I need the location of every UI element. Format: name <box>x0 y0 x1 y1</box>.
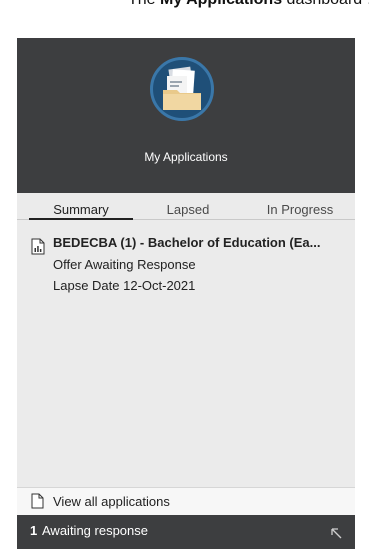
application-lapse-date: Lapse Date 12-Oct-2021 <box>53 278 196 293</box>
caption-prefix: The <box>128 0 160 8</box>
active-tab-indicator <box>29 218 133 220</box>
widget-header: My Applications <box>17 38 355 193</box>
chart-document-icon <box>31 238 45 255</box>
folder-documents-icon <box>150 57 214 121</box>
application-title[interactable]: BEDECBA (1) - Bachelor of Education (Ea.… <box>53 235 353 250</box>
tab-lapsed[interactable]: Lapsed <box>143 200 233 220</box>
awaiting-label: Awaiting response <box>42 523 148 538</box>
application-status: Offer Awaiting Response <box>53 257 196 272</box>
widget-footer: 1 Awaiting response <box>17 515 355 549</box>
view-all-applications-button[interactable]: View all applications <box>17 487 355 515</box>
view-all-label[interactable]: View all applications <box>53 494 170 509</box>
my-applications-widget: My Applications Summary Lapsed In Progre… <box>17 38 355 549</box>
file-icon <box>31 493 44 509</box>
widget-title: My Applications <box>144 150 228 164</box>
tab-summary[interactable]: Summary <box>29 200 133 220</box>
tab-in-progress[interactable]: In Progress <box>245 200 355 220</box>
page-caption: The My Applications dashboard … <box>0 0 369 22</box>
tab-bar: Summary Lapsed In Progress <box>17 200 355 220</box>
expand-arrow-icon[interactable] <box>330 527 343 540</box>
caption-bold: My Applications <box>160 0 282 8</box>
awaiting-count: 1 <box>30 523 38 538</box>
caption-suffix: dashboard … <box>282 0 369 8</box>
